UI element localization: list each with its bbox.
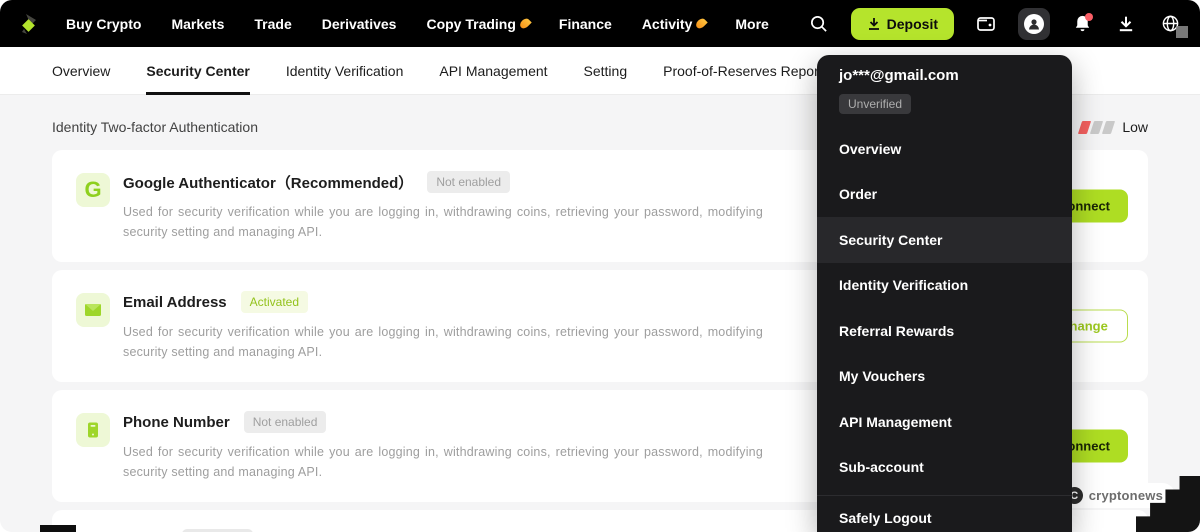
section-heading: Identity Two-factor Authentication: [52, 119, 258, 135]
notifications-bell-icon[interactable]: [1070, 12, 1094, 36]
card-description: Used for security verification while you…: [123, 205, 763, 239]
dropdown-item-security-center[interactable]: Security Center: [817, 217, 1072, 263]
verification-status-badge: Unverified: [839, 94, 912, 114]
dropdown-item-sub-account[interactable]: Sub-account: [817, 445, 1072, 491]
tab-proof-of-reserves[interactable]: Proof-of-Reserves Report: [663, 47, 823, 95]
tab-identity-verification[interactable]: Identity Verification: [286, 47, 404, 95]
dropdown-item-safely-logout[interactable]: Safely Logout: [817, 495, 1072, 532]
card-description: Used for security verification while you…: [123, 325, 763, 359]
nav-label: Buy Crypto: [66, 15, 142, 32]
hot-flame-icon: [518, 16, 532, 31]
dropdown-item-referral-rewards[interactable]: Referral Rewards: [817, 308, 1072, 354]
account-menu-button[interactable]: [1018, 7, 1050, 40]
nav-label: Copy Trading: [426, 15, 516, 32]
card-description: Used for security verification while you…: [123, 445, 763, 479]
status-badge: Activated: [240, 291, 309, 313]
app-window: Buy Crypto Markets Trade Derivatives Cop…: [0, 0, 1200, 532]
nav-more[interactable]: More: [735, 16, 768, 32]
phone-icon: [76, 413, 110, 447]
nav-label: Markets: [171, 15, 225, 32]
dropdown-item-my-vouchers[interactable]: My Vouchers: [817, 354, 1072, 400]
status-badge: Not enabled: [427, 171, 511, 193]
tab-overview[interactable]: Overview: [52, 47, 110, 95]
cursor-artifact: [1176, 25, 1188, 38]
nav-label: More: [735, 15, 769, 32]
nav-label: Derivatives: [321, 15, 397, 32]
nav-label: Finance: [558, 15, 612, 32]
nav-label: Activity: [641, 15, 693, 32]
notification-dot: [1085, 12, 1093, 21]
deposit-button[interactable]: Deposit: [850, 7, 954, 40]
status-badge: Not enabled: [243, 411, 327, 433]
nav-derivatives[interactable]: Derivatives: [322, 16, 397, 32]
exchange-logo-icon[interactable]: [18, 11, 44, 37]
deposit-label: Deposit: [886, 15, 938, 32]
nav-buy-crypto[interactable]: Buy Crypto: [66, 16, 141, 32]
wallet-icon[interactable]: [974, 12, 998, 36]
card-title: Email Address: [123, 293, 227, 311]
email-icon: [76, 293, 110, 327]
dropdown-item-overview[interactable]: Overview: [817, 126, 1072, 172]
account-dropdown-menu: jo***@gmail.com Unverified Overview Orde…: [817, 55, 1072, 532]
security-level-bars: [1078, 120, 1116, 134]
deposit-arrow-icon: [868, 17, 879, 30]
avatar-icon: [1024, 13, 1044, 34]
nav-label: Trade: [254, 15, 292, 32]
tab-security-center[interactable]: Security Center: [146, 47, 251, 95]
dropdown-item-identity-verification[interactable]: Identity Verification: [817, 263, 1072, 309]
primary-nav: Buy Crypto Markets Trade Derivatives Cop…: [66, 16, 769, 32]
hot-flame-icon: [694, 16, 709, 31]
tab-setting[interactable]: Setting: [584, 47, 628, 95]
card-title: Google Authenticator（Recommended）: [123, 174, 414, 192]
card-title: Phone Number: [123, 413, 230, 431]
top-navbar: Buy Crypto Markets Trade Derivatives Cop…: [0, 0, 1200, 47]
navbar-actions: Deposit: [807, 7, 1188, 40]
dropdown-item-api-management[interactable]: API Management: [817, 399, 1072, 445]
nav-copy-trading[interactable]: Copy Trading: [426, 15, 532, 32]
bottom-edge-artifact: [40, 525, 76, 532]
tab-api-management[interactable]: API Management: [439, 47, 547, 95]
search-icon[interactable]: [807, 12, 831, 36]
watermark-label: cryptonews: [1088, 488, 1163, 503]
dropdown-item-order[interactable]: Order: [817, 172, 1072, 218]
nav-trade[interactable]: Trade: [254, 16, 291, 32]
nav-markets[interactable]: Markets: [171, 16, 224, 32]
download-app-icon[interactable]: [1114, 12, 1138, 36]
google-authenticator-icon: G: [76, 173, 110, 207]
nav-finance[interactable]: Finance: [559, 16, 612, 32]
security-level-value: Low: [1122, 119, 1148, 135]
language-globe-icon[interactable]: [1158, 12, 1188, 38]
nav-activity[interactable]: Activity: [641, 15, 709, 32]
account-email: jo***@gmail.com: [839, 67, 959, 84]
